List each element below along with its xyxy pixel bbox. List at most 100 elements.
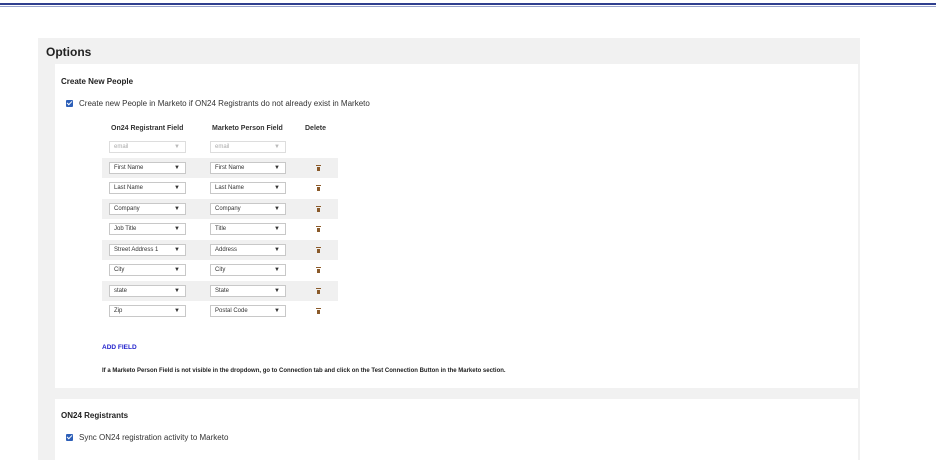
on24-field-select-value: Job Title: [114, 226, 137, 232]
marketo-field-select[interactable]: Company ▼: [210, 203, 286, 215]
marketo-field-select[interactable]: Title ▼: [210, 223, 286, 235]
chevron-down-icon: ▼: [274, 165, 280, 171]
chevron-down-icon: ▼: [274, 226, 280, 232]
marketo-field-select-value: Last Name: [215, 185, 245, 191]
trash-icon[interactable]: [316, 308, 321, 314]
chevron-down-icon: ▼: [174, 288, 180, 294]
create-new-people-checkbox-label: Create new People in Marketo if ON24 Reg…: [79, 99, 370, 108]
chevron-down-icon: ▼: [274, 144, 280, 150]
connection-hint-text: If a Marketo Person Field is not visible…: [102, 368, 506, 374]
trash-icon[interactable]: [316, 165, 321, 171]
on24-field-select[interactable]: state ▼: [109, 285, 186, 297]
chevron-down-icon: ▼: [174, 144, 180, 150]
on24-field-select-value: First Name: [114, 165, 144, 171]
on24-field-select-value: Street Address 1: [114, 247, 159, 253]
table-row: email ▼ email ▼: [102, 137, 338, 157]
column-header-marketo-field: Marketo Person Field: [212, 125, 283, 132]
on24-field-select[interactable]: Last Name ▼: [109, 182, 186, 194]
chevron-down-icon: ▼: [274, 185, 280, 191]
table-row: First Name ▼ First Name ▼: [102, 158, 338, 178]
marketo-field-select-value: Address: [215, 247, 238, 253]
chevron-down-icon: ▼: [274, 288, 280, 294]
table-row: Job Title ▼ Title ▼: [102, 219, 338, 239]
create-new-people-title: Create New People: [61, 77, 134, 86]
on24-field-select[interactable]: Street Address 1 ▼: [109, 244, 186, 256]
trash-can: [317, 187, 320, 191]
chevron-down-icon: ▼: [174, 206, 180, 212]
trash-lid: [316, 288, 321, 289]
trash-lid: [316, 226, 321, 227]
on24-field-select[interactable]: Job Title ▼: [109, 223, 186, 235]
sync-registration-checkbox[interactable]: [66, 434, 73, 441]
trash-can: [317, 167, 320, 171]
column-header-delete: Delete: [305, 125, 327, 132]
marketo-field-select[interactable]: First Name ▼: [210, 162, 286, 174]
top-bar-line-light: [0, 6, 936, 7]
chevron-down-icon: ▼: [274, 267, 280, 273]
top-bar-line: [0, 3, 936, 5]
column-header-on24-field: On24 Registrant Field: [111, 125, 184, 132]
on24-field-select[interactable]: City ▼: [109, 264, 186, 276]
table-row: Zip ▼ Postal Code ▼: [102, 301, 338, 321]
trash-lid: [316, 185, 321, 186]
marketo-field-select[interactable]: Last Name ▼: [210, 182, 286, 194]
trash-can: [317, 249, 320, 253]
chevron-down-icon: ▼: [174, 267, 180, 273]
chevron-down-icon: ▼: [274, 308, 280, 314]
create-new-people-checkbox[interactable]: [66, 100, 73, 107]
table-row: Street Address 1 ▼ Address ▼: [102, 240, 338, 260]
trash-lid: [316, 247, 321, 248]
trash-icon[interactable]: [316, 247, 321, 253]
on24-field-select[interactable]: Zip ▼: [109, 305, 186, 317]
marketo-field-select-value: First Name: [215, 165, 245, 171]
marketo-field-select-value: City: [215, 267, 226, 273]
marketo-field-select[interactable]: Address ▼: [210, 244, 286, 256]
trash-icon[interactable]: [316, 226, 321, 232]
chevron-down-icon: ▼: [174, 185, 180, 191]
on24-field-select: email ▼: [109, 141, 186, 153]
marketo-field-select-value: Postal Code: [215, 308, 248, 314]
add-field-button[interactable]: ADD FIELD: [102, 344, 137, 351]
trash-can: [317, 269, 320, 273]
trash-lid: [316, 308, 321, 309]
marketo-field-select[interactable]: Postal Code ▼: [210, 305, 286, 317]
trash-lid: [316, 267, 321, 268]
chevron-down-icon: ▼: [174, 226, 180, 232]
chevron-down-icon: ▼: [174, 165, 180, 171]
table-row: Last Name ▼ Last Name ▼: [102, 178, 338, 198]
marketo-field-select-value: Company: [215, 206, 241, 212]
trash-icon[interactable]: [316, 288, 321, 294]
marketo-field-select-value: State: [215, 288, 230, 294]
table-row: state ▼ State ▼: [102, 281, 338, 301]
on24-field-select-value: City: [114, 267, 125, 273]
table-row: Company ▼ Company ▼: [102, 199, 338, 219]
marketo-field-select-value: email: [215, 144, 230, 150]
options-title: Options: [46, 45, 92, 59]
trash-can: [317, 290, 320, 294]
chevron-down-icon: ▼: [174, 247, 180, 253]
on24-field-select-value: email: [114, 144, 129, 150]
on24-field-select[interactable]: First Name ▼: [109, 162, 186, 174]
table-row: City ▼ City ▼: [102, 260, 338, 280]
sync-registration-checkbox-label: Sync ON24 registration activity to Marke…: [79, 433, 229, 442]
on24-field-select[interactable]: Company ▼: [109, 203, 186, 215]
on24-registrants-card: [55, 399, 858, 460]
trash-can: [317, 208, 320, 212]
trash-can: [317, 228, 320, 232]
marketo-field-select[interactable]: City ▼: [210, 264, 286, 276]
on24-field-select-value: Zip: [114, 308, 123, 314]
trash-icon[interactable]: [316, 267, 321, 273]
trash-icon[interactable]: [316, 206, 321, 212]
trash-icon[interactable]: [316, 185, 321, 191]
on24-field-select-value: state: [114, 288, 128, 294]
trash-lid: [316, 165, 321, 166]
top-bar: [0, 0, 936, 7]
marketo-field-select: email ▼: [210, 141, 286, 153]
chevron-down-icon: ▼: [274, 247, 280, 253]
marketo-field-select[interactable]: State ▼: [210, 285, 286, 297]
chevron-down-icon: ▼: [274, 206, 280, 212]
on24-registrants-title: ON24 Registrants: [61, 411, 129, 420]
trash-can: [317, 310, 320, 314]
marketo-field-select-value: Title: [215, 226, 227, 232]
trash-lid: [316, 206, 321, 207]
